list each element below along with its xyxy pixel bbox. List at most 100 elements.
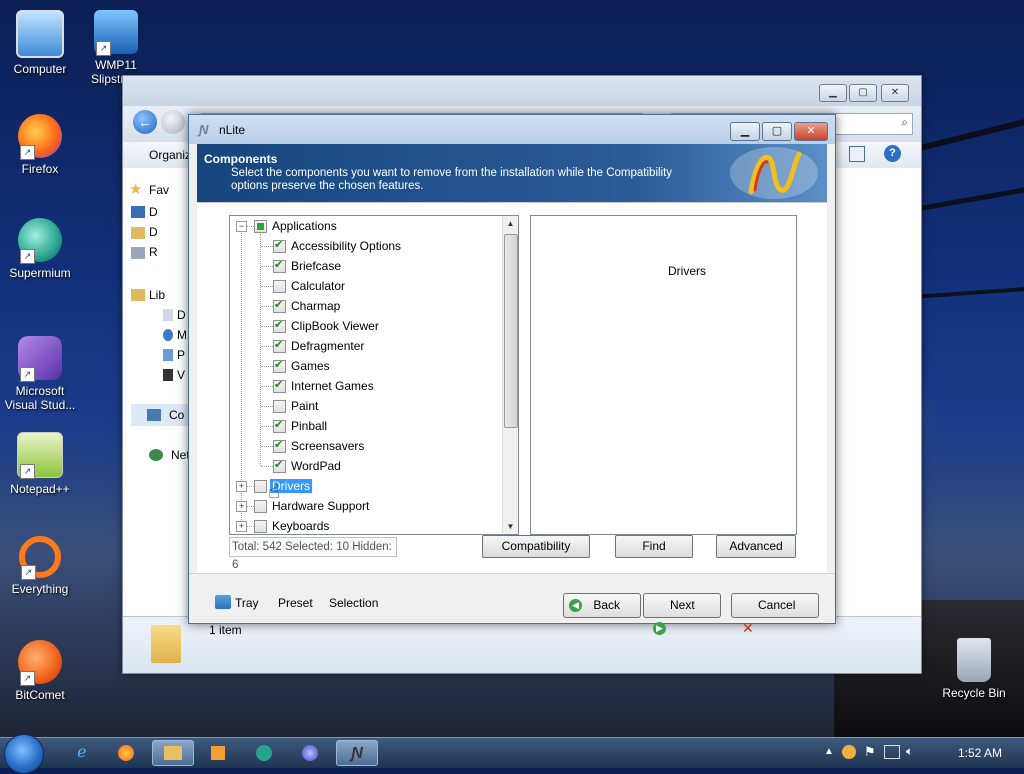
firefox-alt-icon[interactable] [290,740,330,766]
help-icon[interactable]: ? [884,145,901,162]
volume-muted-icon[interactable]: 🔈︎ [906,744,913,759]
tree-node-keyboards[interactable]: + Keyboards [230,516,500,534]
start-button[interactable] [4,734,44,774]
desktop-icon-computer[interactable]: Computer [0,10,80,76]
organize-menu[interactable]: Organiz [149,148,191,162]
computer-icon [16,10,64,58]
nlite-maximize-button[interactable]: ▢ [762,122,792,141]
desktop-icon-recycle-bin[interactable]: Recycle Bin [934,638,1014,700]
nav-item[interactable]: Net [171,448,190,462]
tree-checkbox[interactable] [273,318,286,333]
explorer-icon[interactable] [152,740,194,766]
tree-checkbox[interactable] [273,338,286,353]
tree-checkbox[interactable] [254,220,267,233]
preset-button[interactable]: Preset [278,596,313,610]
tree-line [261,426,273,427]
next-button[interactable]: Next ▶ [643,593,721,636]
tree-scrollbar[interactable]: ▲ ▼ [502,216,518,534]
tree-node[interactable]: Accessibility Options [230,236,500,256]
explorer-maximize-button[interactable]: ▢ [849,84,877,102]
find-button[interactable]: Find [615,535,693,558]
tree-node[interactable]: Pinball [230,416,500,436]
nav-item[interactable]: D [149,205,158,219]
nav-item[interactable]: Fav [149,183,169,197]
action-center-flag-icon[interactable]: ⚑ [864,744,876,760]
tree-checkbox[interactable] [254,480,267,493]
nav-item[interactable]: R [149,245,158,259]
desktop-icon-notepadpp[interactable]: ↗ Notepad++ [0,432,80,496]
tree-label: ClipBook Viewer [291,319,379,333]
tree-node-applications[interactable]: − Applications [230,216,500,236]
nav-item[interactable]: D [177,308,186,322]
nav-item[interactable]: M [177,328,187,342]
tree-checkbox[interactable] [273,358,286,373]
tree-node[interactable]: Screensavers [230,436,500,456]
tree-node[interactable]: WordPad [230,456,500,476]
back-icon[interactable]: ← [133,110,157,134]
tree-line [261,286,273,287]
tray-app-icon[interactable] [842,745,856,759]
tree-checkbox[interactable] [273,438,286,453]
nlite-minimize-button[interactable]: ▁ [730,122,760,141]
tree-node[interactable]: ClipBook Viewer [230,316,500,336]
scroll-down-icon[interactable]: ▼ [503,519,518,534]
forward-icon[interactable] [161,110,185,134]
explorer-close-button[interactable]: ✕ [881,84,909,102]
nav-item[interactable]: Lib [149,288,165,302]
wmp-slipstreamer-icon: ↗ [94,10,138,56]
scroll-up-icon[interactable]: ▲ [503,216,518,231]
nav-item[interactable]: V [177,368,185,382]
tree-node[interactable]: Briefcase [230,256,500,276]
tree-label: Charmap [291,299,341,313]
tree-checkbox[interactable] [273,238,286,253]
tree-checkbox[interactable] [273,418,286,433]
scroll-thumb[interactable] [504,234,518,428]
tree-node[interactable]: Defragmenter [230,336,500,356]
tray-button[interactable]: Tray [235,596,259,610]
internet-explorer-icon[interactable]: ℯ [62,740,102,766]
network-icon[interactable] [884,745,900,759]
folder-icon [131,206,145,218]
tree-node[interactable]: Charmap [230,296,500,316]
tree-checkbox[interactable] [273,280,286,293]
firefox-icon[interactable] [106,740,146,766]
media-player-icon[interactable] [198,740,238,766]
clock[interactable]: 1:52 AM [958,746,1002,760]
tree-checkbox[interactable] [273,298,286,313]
desktop-icon-everything[interactable]: ↗ Everything [0,536,80,596]
tree-checkbox[interactable] [273,458,286,473]
explorer-minimize-button[interactable]: ▁ [819,84,847,102]
preview-pane-icon[interactable] [849,146,865,162]
folder-icon [151,625,181,663]
desktop-icon-visual-studio[interactable]: ↗ Microsoft Visual Stud... [0,336,80,412]
tree-checkbox[interactable] [273,378,286,393]
nlite-window[interactable]: Ɲ nLite ▁ ▢ ✕ Components Select the comp… [188,114,836,636]
tree-checkbox[interactable] [273,400,286,413]
nav-item[interactable]: P [177,348,185,362]
desktop-icon-firefox[interactable]: ↗ Firefox [0,114,80,176]
desktop-icon-label: BitComet [15,688,65,702]
nav-item[interactable]: D [149,225,158,239]
show-hidden-icons-icon[interactable]: ▲ [824,746,834,757]
tree-node[interactable]: Internet Games [230,376,500,396]
tree-node[interactable]: Games [230,356,500,376]
tree-node[interactable]: Paint [230,396,500,416]
advanced-button[interactable]: Advanced [716,535,796,558]
supermium-icon[interactable] [244,740,284,766]
tree-checkbox[interactable] [254,500,267,513]
nlite-close-button[interactable]: ✕ [794,122,828,141]
compatibility-button[interactable]: Compatibility [482,535,590,558]
desktop-icon-supermium[interactable]: ↗ Supermium [0,218,80,280]
nlite-icon[interactable]: Ɲ [336,740,378,766]
selection-button[interactable]: Selection [329,596,378,610]
back-button[interactable]: ◀ Back [563,593,641,618]
desktop-icon-bitcomet[interactable]: ↗ BitComet [0,640,80,702]
nav-item-computer-highlight[interactable]: Co [131,404,189,426]
tree-checkbox[interactable] [273,258,286,273]
tree-node[interactable]: Calculator [230,276,500,296]
desktop-icon-label: Computer [13,62,67,76]
explorer-titlebar[interactable]: ▁ ▢ ✕ [123,76,921,106]
cancel-button[interactable]: Cancel ✕ [731,593,819,636]
tree-checkbox[interactable] [254,520,267,533]
nlite-titlebar[interactable]: Ɲ nLite ▁ ▢ ✕ [189,115,835,144]
